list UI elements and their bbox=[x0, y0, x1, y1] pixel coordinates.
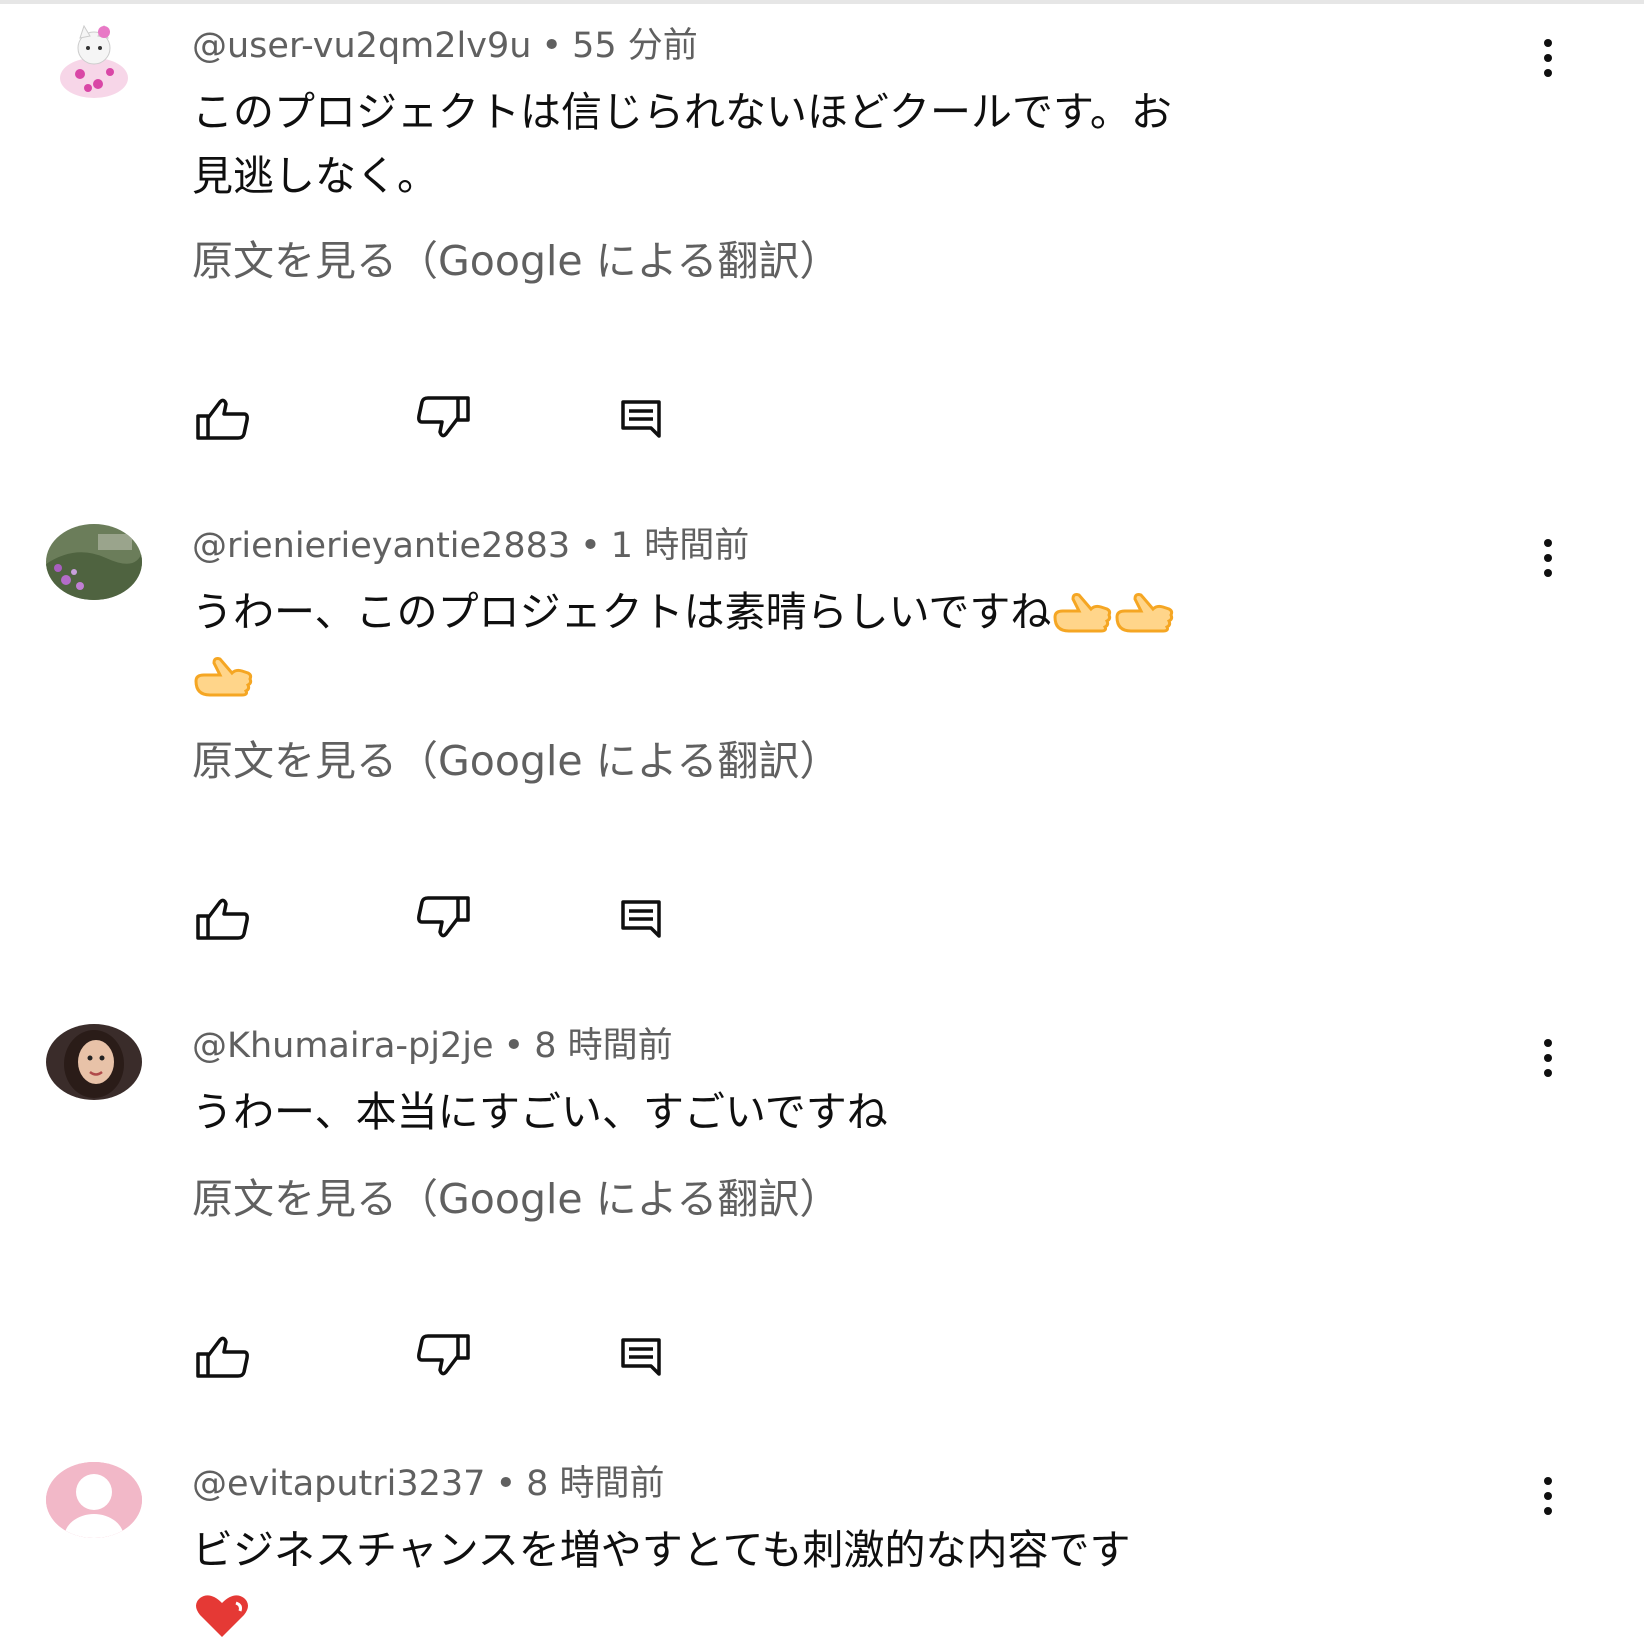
cat-avatar-icon[interactable] bbox=[46, 24, 142, 100]
comment-text: ビジネスチャンスを増やすとても刺激的な内容です ❤️ bbox=[192, 1518, 1484, 1646]
reply-icon bbox=[621, 1338, 661, 1376]
more-vert-icon bbox=[1544, 39, 1552, 77]
comment-actions bbox=[192, 394, 692, 442]
meta-separator: • bbox=[495, 1464, 517, 1504]
reply-button[interactable] bbox=[610, 1332, 672, 1380]
thumbs-up-emoji-icon bbox=[1113, 588, 1175, 636]
reply-button[interactable] bbox=[610, 894, 672, 942]
dislike-button[interactable] bbox=[412, 394, 474, 442]
comment-time[interactable]: 55 分前 bbox=[572, 26, 698, 66]
see-original-link[interactable]: 原文を見る（Google による翻訳） bbox=[192, 1174, 840, 1224]
comment-text-line: 見逃しなく。 bbox=[192, 152, 438, 200]
more-options-button[interactable] bbox=[1526, 34, 1570, 82]
comment-time[interactable]: 8 時間前 bbox=[534, 1026, 672, 1066]
like-button[interactable] bbox=[192, 1332, 254, 1380]
meta-separator: • bbox=[541, 26, 563, 66]
comment-text: このプロジェクトは信じられないほどクールです。お 見逃しなく。 bbox=[192, 80, 1484, 208]
comment-text-line: うわー、このプロジェクトは素晴らしいですね bbox=[192, 588, 1052, 636]
comment-text: うわー、このプロジェクトは素晴らしいですね👍👍👍 bbox=[192, 580, 1484, 708]
like-button[interactable] bbox=[192, 394, 254, 442]
comment-text-line: このプロジェクトは信じられないほどクールです。お bbox=[192, 88, 1172, 136]
thumb-up-icon bbox=[196, 1336, 249, 1378]
thumb-up-icon bbox=[196, 898, 249, 940]
comment-meta: @rienierieyantie2883 • 1 時間前 bbox=[192, 524, 1484, 568]
more-vert-icon bbox=[1544, 539, 1552, 577]
portrait-avatar-icon[interactable] bbox=[46, 1024, 142, 1100]
comment-handle[interactable]: @user-vu2qm2lv9u bbox=[192, 26, 531, 66]
heart-icon bbox=[196, 1595, 248, 1637]
garden-photo-avatar-icon[interactable] bbox=[46, 524, 142, 600]
comment-meta: @evitaputri3237 • 8 時間前 bbox=[192, 1462, 1484, 1506]
thumbs-up-emoji-icon bbox=[1051, 588, 1113, 636]
comment-actions bbox=[192, 1332, 692, 1380]
comment-text: うわー、本当にすごい、すごいですね bbox=[192, 1080, 1484, 1144]
more-vert-icon bbox=[1544, 1039, 1552, 1077]
more-vert-icon bbox=[1544, 1477, 1552, 1515]
heart-emoji: ❤️ bbox=[192, 1582, 1484, 1646]
comment-handle[interactable]: @rienierieyantie2883 bbox=[192, 526, 570, 566]
more-options-button[interactable] bbox=[1526, 1034, 1570, 1082]
comment-handle[interactable]: @Khumaira-pj2je bbox=[192, 1026, 494, 1066]
comment-text-line: うわー、本当にすごい、すごいですね bbox=[192, 1088, 888, 1136]
see-original-link[interactable]: 原文を見る（Google による翻訳） bbox=[192, 736, 840, 786]
meta-separator: • bbox=[503, 1026, 525, 1066]
thumbs-up-emoji-icon bbox=[192, 652, 254, 700]
default-avatar-icon[interactable] bbox=[46, 1462, 142, 1538]
more-options-button[interactable] bbox=[1526, 534, 1570, 582]
meta-separator: • bbox=[580, 526, 601, 566]
comment-handle[interactable]: @evitaputri3237 bbox=[192, 1464, 485, 1504]
dislike-button[interactable] bbox=[412, 894, 474, 942]
thumb-up-icon bbox=[196, 398, 249, 440]
top-divider bbox=[0, 0, 1644, 4]
thumb-down-icon bbox=[417, 1334, 470, 1376]
see-original-link[interactable]: 原文を見る（Google による翻訳） bbox=[192, 236, 840, 286]
thumb-down-icon bbox=[417, 396, 470, 438]
comment-actions bbox=[192, 894, 692, 942]
comment-time[interactable]: 8 時間前 bbox=[526, 1464, 664, 1504]
reply-icon bbox=[621, 400, 661, 438]
more-options-button[interactable] bbox=[1526, 1472, 1570, 1520]
reply-button[interactable] bbox=[610, 394, 672, 442]
comment-meta: @user-vu2qm2lv9u • 55 分前 bbox=[192, 24, 1484, 68]
dislike-button[interactable] bbox=[412, 1332, 474, 1380]
comment-text-line: ビジネスチャンスを増やすとても刺激的な内容です bbox=[192, 1526, 1131, 1574]
like-button[interactable] bbox=[192, 894, 254, 942]
comment-time[interactable]: 1 時間前 bbox=[611, 526, 749, 566]
thumb-down-icon bbox=[417, 896, 470, 938]
comment-meta: @Khumaira-pj2je • 8 時間前 bbox=[192, 1024, 1484, 1068]
reply-icon bbox=[621, 900, 661, 938]
